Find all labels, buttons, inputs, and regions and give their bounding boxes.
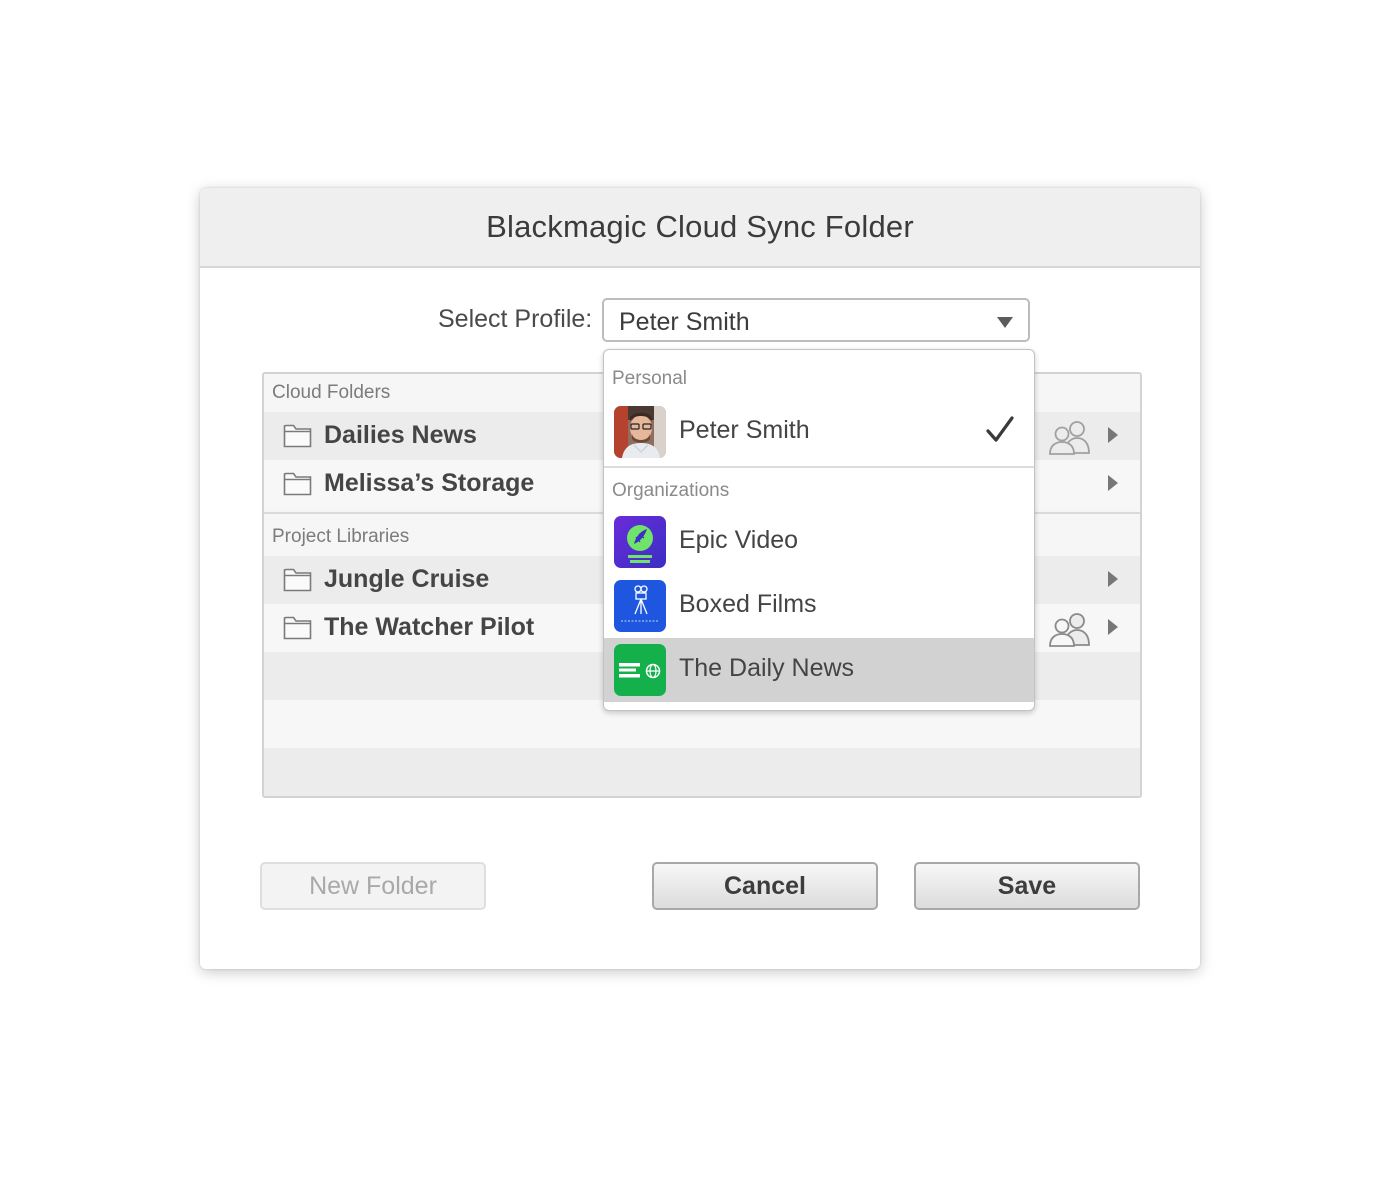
- checkmark-icon: [986, 416, 1014, 442]
- sync-folder-dialog: Blackmagic Cloud Sync Folder Select Prof…: [200, 188, 1200, 969]
- profile-option-label: Epic Video: [679, 526, 799, 554]
- empty-row: [264, 748, 1140, 796]
- new-folder-button[interactable]: New Folder: [260, 862, 486, 910]
- cancel-button[interactable]: Cancel: [652, 862, 878, 910]
- profile-select-value: Peter Smith: [619, 308, 750, 336]
- folder-icon: [283, 616, 312, 640]
- chevron-right-icon[interactable]: [1108, 475, 1118, 491]
- cloud-folders-label: Cloud Folders: [272, 382, 391, 403]
- folder-icon: [283, 568, 312, 592]
- user-photo-avatar: [614, 406, 666, 458]
- select-profile-label: Select Profile:: [438, 305, 593, 333]
- folder-name: Jungle Cruise: [324, 565, 490, 593]
- people-icon: [1049, 421, 1090, 455]
- profile-option-epic-video[interactable]: Epic Video: [604, 510, 1034, 574]
- folder-name: Melissa’s Storage: [324, 469, 535, 497]
- project-libraries-label: Project Libraries: [272, 526, 410, 547]
- personal-group-label: Personal: [612, 368, 687, 389]
- profile-dropdown-menu: Personal Peter Smith Organizations Epic …: [603, 349, 1035, 711]
- save-button[interactable]: Save: [914, 862, 1140, 910]
- folder-name: Dailies News: [324, 421, 477, 449]
- organizations-group-label: Organizations: [612, 480, 730, 501]
- daily-news-logo-icon: [614, 644, 666, 696]
- chevron-right-icon[interactable]: [1108, 571, 1118, 587]
- boxed-films-logo-icon: [614, 580, 666, 632]
- epic-video-logo-icon: [614, 516, 666, 568]
- folder-name: The Watcher Pilot: [324, 613, 535, 641]
- profile-option-the-daily-news[interactable]: The Daily News: [604, 638, 1034, 702]
- profile-select[interactable]: Peter Smith: [602, 298, 1030, 342]
- profile-option-boxed-films[interactable]: Boxed Films: [604, 574, 1034, 638]
- dialog-title: Blackmagic Cloud Sync Folder: [486, 209, 914, 244]
- profile-option-label: The Daily News: [679, 654, 855, 682]
- chevron-right-icon[interactable]: [1108, 427, 1118, 443]
- dialog-titlebar: Blackmagic Cloud Sync Folder: [200, 188, 1200, 268]
- folder-icon: [283, 424, 312, 448]
- people-icon: [1049, 613, 1090, 647]
- caret-down-icon: [997, 317, 1013, 328]
- chevron-right-icon[interactable]: [1108, 619, 1118, 635]
- profile-option-label: Peter Smith: [679, 416, 810, 444]
- dropdown-divider: [604, 466, 1034, 468]
- profile-option-peter-smith[interactable]: Peter Smith: [604, 400, 1034, 464]
- profile-option-label: Boxed Films: [679, 590, 817, 618]
- folder-icon: [283, 472, 312, 496]
